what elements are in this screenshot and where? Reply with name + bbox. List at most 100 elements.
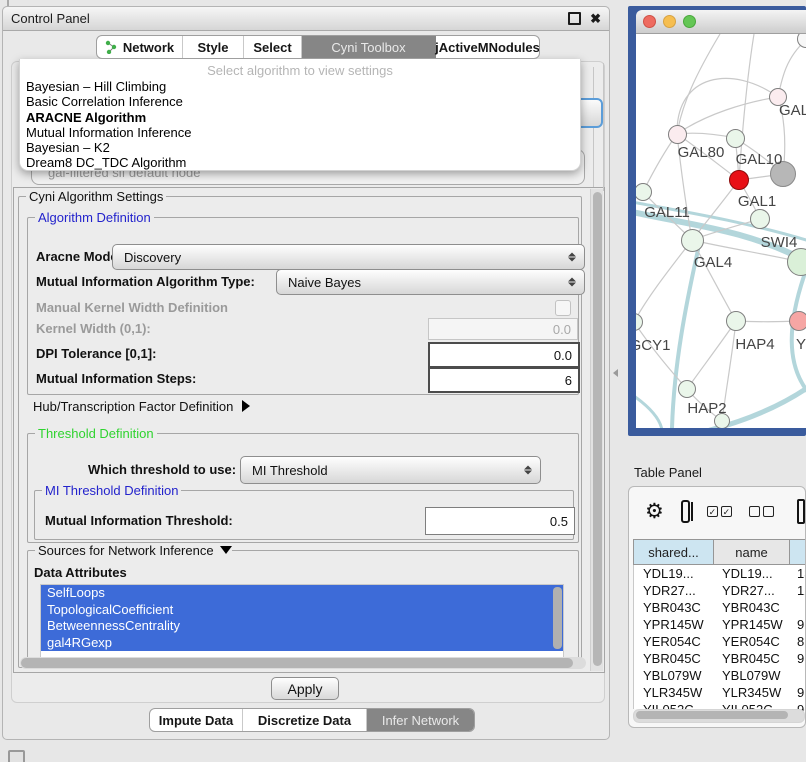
which-threshold-combo[interactable]: MI Threshold xyxy=(240,456,541,484)
network-node-hap2[interactable] xyxy=(678,380,696,398)
table-toolbar: ⚙ ✓✓ xyxy=(629,487,805,535)
minimize-traffic-light-icon[interactable] xyxy=(663,15,676,28)
horizontal-scrollbar[interactable] xyxy=(20,657,586,669)
cell-name: YLR345W xyxy=(713,684,788,701)
select-all-checkboxes-icon[interactable]: ✓✓ xyxy=(707,506,732,517)
aracne-mode-combo[interactable]: Discovery xyxy=(112,244,585,270)
cell-value xyxy=(788,667,806,684)
node-label: GAL1 xyxy=(727,193,787,210)
dpi-tolerance-value: 0.0 xyxy=(554,348,572,363)
deselect-all-checkboxes-icon[interactable] xyxy=(749,506,774,517)
table-row[interactable]: YBR043C YBR043C xyxy=(634,599,806,616)
threshold-definition-group: Threshold Definition Which threshold to … xyxy=(27,433,579,543)
document-icon[interactable] xyxy=(797,499,805,524)
tab-jactivemnodules[interactable]: jActiveMNodules xyxy=(436,36,539,58)
threshold-definition-title: Threshold Definition xyxy=(35,426,157,441)
mi-algorithm-type-label: Mutual Information Algorithm Type: xyxy=(36,274,255,289)
hub-definition-expander[interactable]: Hub/Transcription Factor Definition xyxy=(33,399,250,414)
tab-discretize-data[interactable]: Discretize Data xyxy=(243,709,367,731)
data-attributes-label: Data Attributes xyxy=(34,565,127,580)
vertical-scrollbar-thumb[interactable] xyxy=(593,192,602,666)
node-label: GAL4 xyxy=(683,254,743,271)
network-node-y[interactable] xyxy=(789,311,806,331)
table-row[interactable]: YPR145W YPR145W 9. xyxy=(634,616,806,633)
tab-impute-data[interactable]: Impute Data xyxy=(150,709,243,731)
column-header-name[interactable]: name xyxy=(713,539,789,565)
table-horizontal-scrollbar-thumb[interactable] xyxy=(636,711,788,719)
collapsed-panel-icon[interactable] xyxy=(8,750,25,762)
stepper-icon xyxy=(524,466,532,475)
column-header-shared[interactable]: shared... xyxy=(633,539,713,565)
mi-threshold-input[interactable]: 0.5 xyxy=(425,507,575,535)
cell-name: YDR27... xyxy=(713,582,788,599)
node-label: Y xyxy=(796,336,806,353)
dropdown-item[interactable]: Bayesian – K2 xyxy=(20,140,580,155)
network-canvas[interactable]: GAL GAL80 GAL10 GAL1 GAL11 SWI4 GAL4 GCY… xyxy=(636,34,806,428)
list-item[interactable]: gal4RGexp xyxy=(41,635,563,652)
cell-shared: YDR27... xyxy=(634,582,713,599)
cell-name: YBL079W xyxy=(713,667,788,684)
node-label: SWI4 xyxy=(749,234,806,251)
kernel-width-input[interactable]: 0.0 xyxy=(428,318,578,340)
list-item[interactable]: SelfLoops xyxy=(41,585,563,602)
mi-threshold-group-title: MI Threshold Definition xyxy=(42,483,181,498)
network-node-gal1[interactable] xyxy=(729,170,749,190)
mi-algorithm-type-combo[interactable]: Naive Bayes xyxy=(276,269,585,295)
control-panel-window: Control Panel ✖ Network Style xyxy=(2,6,610,740)
apply-button[interactable]: Apply xyxy=(271,677,339,700)
mi-steps-input[interactable]: 6 xyxy=(428,367,580,393)
network-node-hap4[interactable] xyxy=(726,311,746,331)
dpi-tolerance-input[interactable]: 0.0 xyxy=(428,342,580,368)
tab-style[interactable]: Style xyxy=(183,36,244,58)
table-row[interactable]: YLR345W YLR345W 9. xyxy=(634,684,806,701)
network-node-swi4[interactable] xyxy=(750,209,770,229)
algorithm-definition-group: Algorithm Definition Aracne Mode: Discov… xyxy=(27,217,579,395)
horizontal-scrollbar-thumb[interactable] xyxy=(21,658,573,668)
dropdown-item[interactable]: Dream8 DC_TDC Algorithm xyxy=(20,155,580,170)
table-panel-window: ⚙ ✓✓ shared... name YDL19... YDL19... 13… xyxy=(628,486,806,728)
list-item[interactable]: BetweennessCentrality xyxy=(41,618,563,635)
network-node-gal80[interactable] xyxy=(668,125,687,144)
split-columns-icon[interactable] xyxy=(681,500,690,523)
dropdown-item-selected[interactable]: ARACNE Algorithm xyxy=(20,110,580,125)
dropdown-item[interactable]: Mutual Information Inference xyxy=(20,125,580,140)
collapse-down-icon[interactable] xyxy=(220,546,232,554)
cell-shared: YBL079W xyxy=(634,667,713,684)
table-row[interactable]: YBL079W YBL079W xyxy=(634,667,806,684)
cell-name: YDL19... xyxy=(713,565,788,582)
tab-infer-network[interactable]: Infer Network xyxy=(367,709,474,731)
table-row[interactable]: YDL19... YDL19... 13 xyxy=(634,565,806,582)
column-header[interactable] xyxy=(789,539,806,565)
cell-value: 9. xyxy=(788,650,806,667)
cell-value: 13 xyxy=(788,565,806,582)
node-label: GCY1 xyxy=(636,337,680,354)
bottom-tabbar: Impute Data Discretize Data Infer Networ… xyxy=(149,708,475,732)
cyni-settings-title: Cyni Algorithm Settings xyxy=(26,189,166,204)
table-row[interactable]: YBR045C YBR045C 9. xyxy=(634,650,806,667)
tab-select[interactable]: Select xyxy=(244,36,302,58)
list-scrollbar-thumb[interactable] xyxy=(553,587,562,649)
zoom-traffic-light-icon[interactable] xyxy=(683,15,696,28)
tab-cyni-toolbox[interactable]: Cyni Toolbox xyxy=(302,36,436,58)
table-row[interactable]: YER054C YER054C 8. xyxy=(634,633,806,650)
splitter-collapse-icon[interactable] xyxy=(613,369,618,377)
close-traffic-light-icon[interactable] xyxy=(643,15,656,28)
table-horizontal-scrollbar[interactable] xyxy=(633,709,805,723)
kernel-width-value: 0.0 xyxy=(553,322,571,337)
tab-select-label: Select xyxy=(253,40,291,55)
tab-discretize-data-label: Discretize Data xyxy=(258,713,351,728)
table-body: YDL19... YDL19... 13 YDR27... YDR27... 1… xyxy=(633,565,806,709)
gear-icon[interactable]: ⚙ xyxy=(645,501,664,522)
dropdown-placeholder: Select algorithm to view settings xyxy=(20,62,580,79)
float-window-icon[interactable] xyxy=(568,12,581,25)
node-label: HAP2 xyxy=(677,400,737,417)
manual-kernel-checkbox[interactable] xyxy=(555,300,571,316)
vertical-scrollbar[interactable] xyxy=(590,189,603,671)
dropdown-item[interactable]: Basic Correlation Inference xyxy=(20,94,580,109)
close-icon[interactable]: ✖ xyxy=(590,12,601,25)
dropdown-item[interactable]: Bayesian – Hill Climbing xyxy=(20,79,580,94)
tab-network[interactable]: Network xyxy=(97,36,183,58)
list-item[interactable]: TopologicalCoefficient xyxy=(41,602,563,619)
network-node-gal4[interactable] xyxy=(681,229,704,252)
table-row[interactable]: YDR27... YDR27... 12 xyxy=(634,582,806,599)
